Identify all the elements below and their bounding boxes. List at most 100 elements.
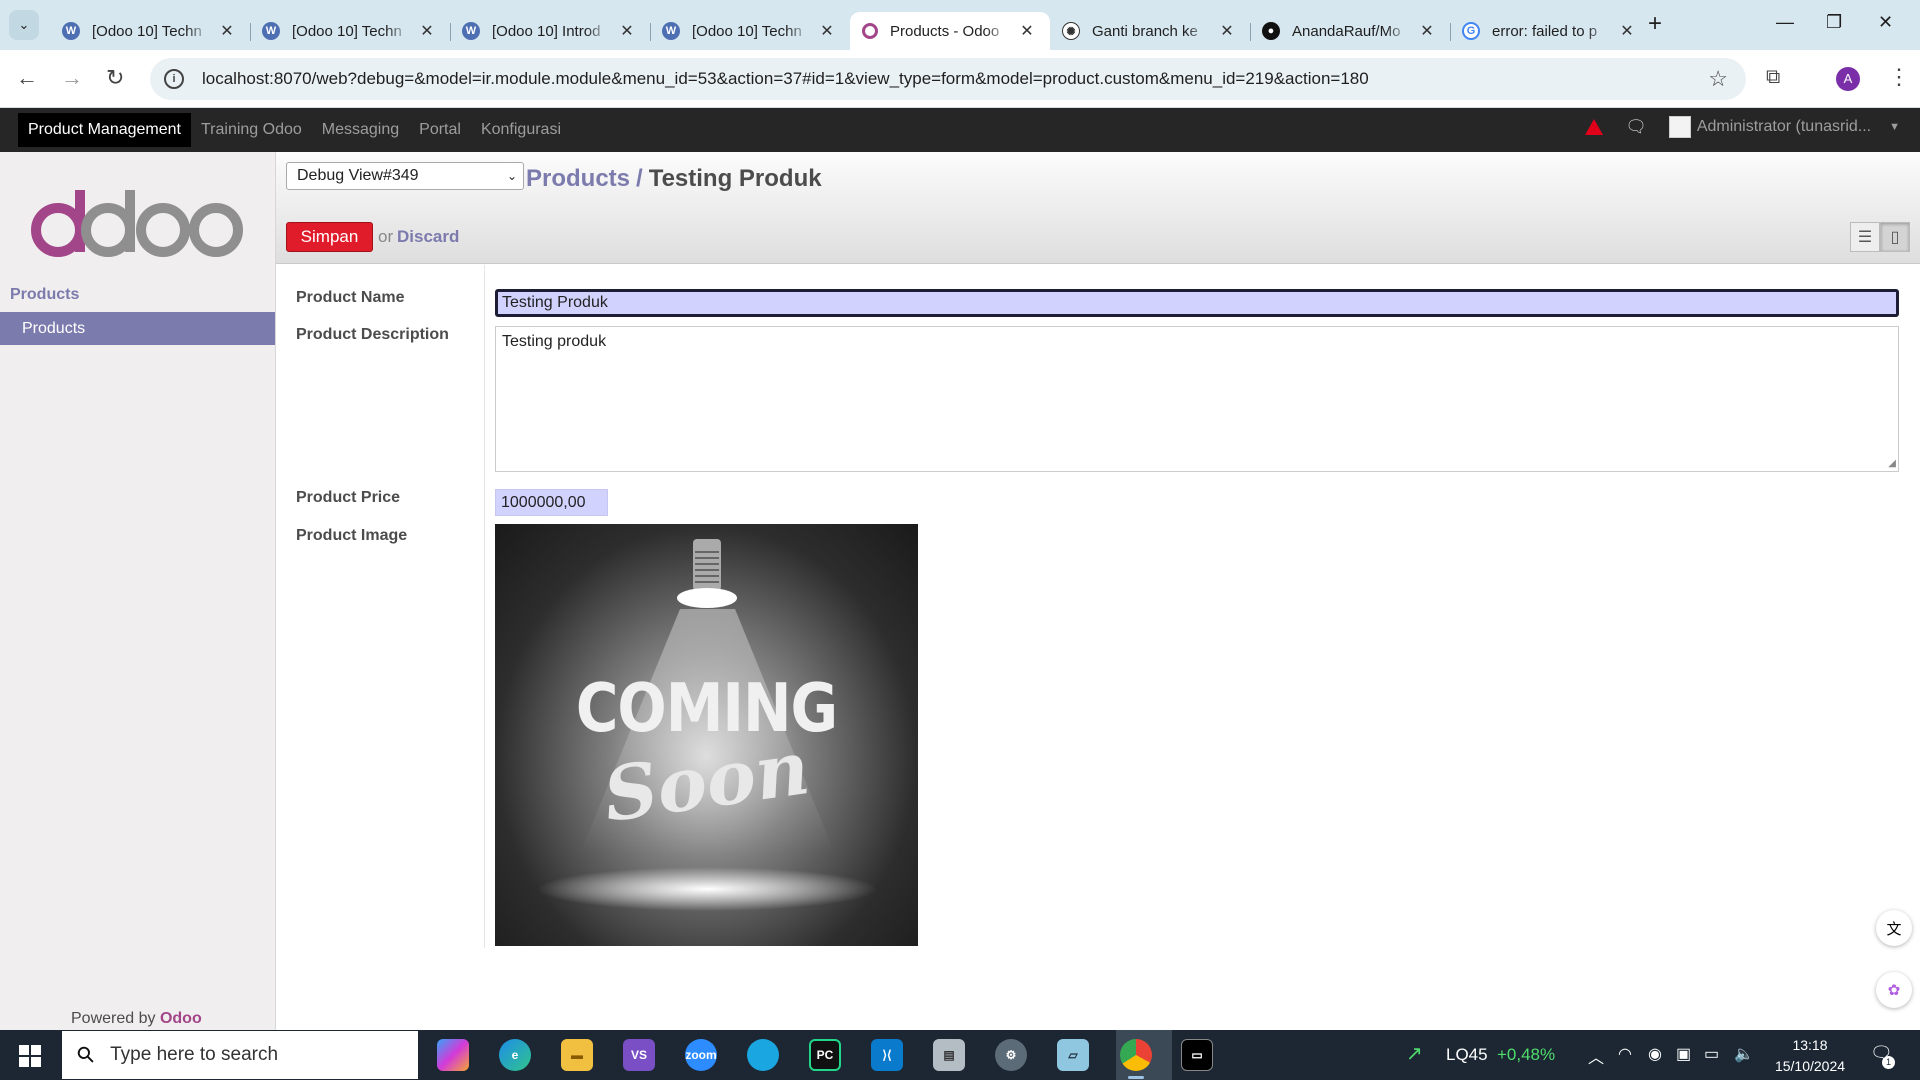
debug-view-select[interactable]: Debug View#349 ⌄ [286,162,524,190]
product-name-input[interactable]: Testing Produk [495,289,1899,317]
close-icon[interactable]: ✕ [1618,21,1636,41]
browser-toolbar: ← → ↻ i localhost:8070/web?debug=&model=… [0,50,1920,108]
product-price-input[interactable]: 1000000,00 [495,489,608,516]
file-explorer-icon[interactable]: ▬ [561,1039,593,1071]
restore-icon: ❐ [1826,12,1843,32]
google-icon: G [1462,22,1480,40]
taskbar-search[interactable]: ⚲ Type here to search [62,1031,418,1079]
product-image[interactable]: COMING Soon [495,524,918,946]
arrow-left-icon: ← [16,65,38,90]
minimize-button[interactable]: — [1776,12,1794,33]
tab-search-button[interactable]: ⌄ [9,10,39,40]
forward-button[interactable]: → [61,66,83,90]
close-icon[interactable]: ✕ [1418,21,1436,41]
top-menu-portal[interactable]: Portal [409,113,471,147]
camera-icon[interactable]: ◉ [1648,1044,1662,1064]
list-view-button[interactable]: ☰ [1850,222,1880,252]
chevron-up-icon[interactable]: ︿ [1588,1044,1604,1068]
tab-title: [Odoo 10] Techn [292,22,402,40]
reload-button[interactable]: ↻ [106,66,124,90]
tab-list: W [Odoo 10] Techn ✕ W [Odoo 10] Techn ✕ … [50,6,1650,50]
translate-button[interactable]: 文 [1876,910,1912,946]
system-clock[interactable]: 13:18 15/10/2024 [1770,1035,1850,1077]
browser-tab[interactable]: G error: failed to p ✕ [1450,12,1650,50]
start-button[interactable] [19,1045,41,1067]
profile-avatar[interactable]: A [1836,67,1860,91]
odoo-link[interactable]: Odoo [160,1010,202,1027]
product-name-label: Product Name [296,289,405,306]
sidebar-item-products[interactable]: Products [0,312,275,345]
address-bar[interactable]: i localhost:8070/web?debug=&model=ir.mod… [150,58,1746,100]
stock-change[interactable]: +0,48% [1497,1045,1555,1065]
browser-tab-active[interactable]: Products - Odoo ✕ [850,12,1050,50]
vscode-icon[interactable]: ⟩⟨ [871,1039,903,1071]
browser-tab[interactable]: W [Odoo 10] Techn ✕ [250,12,450,50]
stock-name[interactable]: LQ45 [1446,1045,1488,1065]
top-menu-konfigurasi[interactable]: Konfigurasi [471,113,571,147]
browser-tab[interactable]: ● AnandaRauf/Mo ✕ [1250,12,1450,50]
close-icon[interactable]: ✕ [1018,21,1036,41]
browser-tab[interactable]: W [Odoo 10] Techn ✕ [50,12,250,50]
edge-dev-icon[interactable] [747,1039,779,1071]
url-text[interactable]: localhost:8070/web?debug=&model=ir.modul… [202,69,1369,89]
windows-taskbar: ⚲ Type here to search e ▬ VS zoom PC ⟩⟨ … [0,1030,1920,1080]
breadcrumb-products[interactable]: Products [526,165,630,192]
close-icon[interactable]: ✕ [818,21,836,41]
extensions-icon[interactable]: ⧉ [1766,66,1780,89]
top-menu-product-management[interactable]: Product Management [18,113,191,147]
settings-icon[interactable]: ⚙ [995,1039,1027,1071]
discard-link[interactable]: Discard [397,227,459,247]
clock-time: 13:18 [1792,1037,1828,1053]
browser-tab[interactable]: ✺ Ganti branch ke ✕ [1050,12,1250,50]
user-menu[interactable]: Administrator (tunasrid... [1697,118,1871,136]
chrome-icon[interactable] [1120,1039,1152,1079]
back-button[interactable]: ← [16,66,38,90]
save-button[interactable]: Simpan [286,222,373,252]
battery-icon[interactable]: ▭ [1704,1044,1719,1064]
terminal-icon[interactable]: ▭ [1181,1039,1213,1071]
browser-tab[interactable]: W [Odoo 10] Introd ✕ [450,12,650,50]
tab-title: Ganti branch ke [1092,22,1198,40]
close-icon[interactable]: ✕ [618,21,636,41]
notepad-icon[interactable]: ▱ [1057,1039,1089,1071]
ai-assistant-button[interactable]: ✿ [1876,972,1912,1008]
browser-tab[interactable]: W [Odoo 10] Techn ✕ [650,12,850,50]
tab-title: error: failed to p [1492,22,1598,40]
translate-icon: 文 [1886,920,1902,938]
top-menu-training-odoo[interactable]: Training Odoo [191,113,312,147]
restore-button[interactable]: ❐ [1826,12,1842,33]
pycharm-icon[interactable]: PC [809,1039,841,1071]
new-tab-button[interactable]: + [1648,12,1662,36]
product-description-textarea[interactable]: Testing produk ◢ [495,326,1899,472]
display-icon[interactable]: ▣ [1676,1044,1691,1064]
visual-studio-icon[interactable]: VS [623,1039,655,1071]
close-icon[interactable]: ✕ [218,21,236,41]
powered-by: Powered by Odoo [71,1010,202,1028]
chevron-down-icon: ⌄ [18,17,30,32]
printer-icon[interactable]: ▤ [933,1039,965,1071]
info-icon[interactable]: i [164,69,184,89]
brain-icon: ✿ [1887,982,1901,999]
close-window-button[interactable]: ✕ [1878,12,1893,33]
copilot-icon[interactable] [437,1039,469,1071]
product-name-value: Testing Produk [502,294,608,311]
wordpress-icon: W [462,22,480,40]
odoo-logo[interactable] [28,182,248,262]
top-menu-messaging[interactable]: Messaging [312,113,409,147]
volume-icon[interactable]: 🔈 [1734,1044,1754,1064]
more-menu-icon[interactable]: ⋮ [1888,64,1910,90]
close-icon[interactable]: ✕ [418,21,436,41]
edge-icon[interactable]: e [499,1039,531,1071]
powered-by-text: Powered by [71,1010,156,1027]
reload-icon: ↻ [106,65,125,90]
close-icon[interactable]: ✕ [1218,21,1236,41]
star-icon[interactable]: ☆ [1708,66,1728,92]
resize-handle-icon[interactable]: ◢ [1888,458,1896,469]
warning-icon[interactable] [1585,119,1604,135]
form-view-button[interactable]: ▯ [1880,222,1910,252]
control-panel: Debug View#349 ⌄ Products / Testing Produk… [276,152,1920,264]
zoom-icon[interactable]: zoom [685,1039,717,1071]
wifi-icon[interactable]: ◠ [1618,1044,1632,1064]
chat-icon[interactable]: 🗨 [1625,117,1647,137]
caret-down-icon[interactable]: ▼ [1889,121,1900,133]
